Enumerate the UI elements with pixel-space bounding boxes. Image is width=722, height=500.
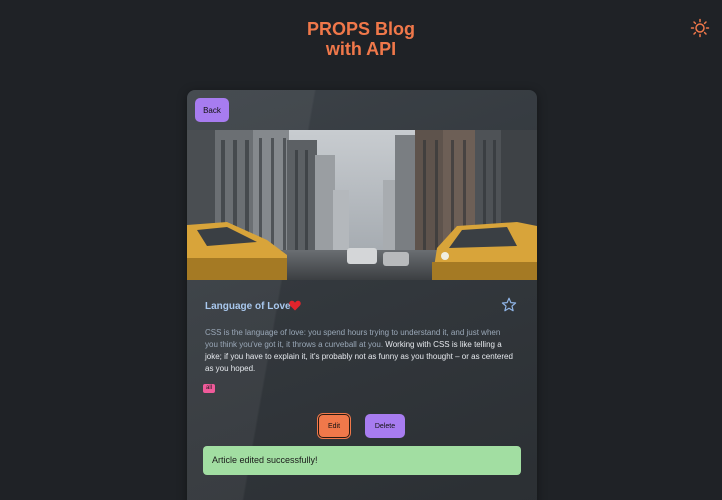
site-title-line-1: PROPS Blog	[306, 19, 415, 39]
category-tag[interactable]: all	[203, 384, 216, 393]
site-title: PROPS Blog with API	[0, 19, 722, 59]
heart-icon	[289, 300, 301, 311]
site-title-line-2: with API	[325, 39, 397, 59]
article-body: CSS is the language of love: you spend h…	[205, 327, 515, 375]
edit-button[interactable]: Edit	[318, 414, 350, 438]
success-toast: Article edited successfully!	[203, 446, 521, 475]
theme-toggle-button[interactable]	[690, 18, 710, 38]
article-card: Back Language of Love CSS is the languag…	[187, 90, 537, 500]
sun-icon	[690, 18, 710, 38]
page: PROPS Blog with API Back Language of Lov…	[0, 0, 722, 500]
back-button[interactable]: Back	[195, 98, 229, 122]
article-image	[187, 130, 537, 280]
delete-button[interactable]: Delete	[365, 414, 405, 438]
article-title: Language of Love	[205, 301, 291, 312]
star-icon[interactable]	[501, 297, 517, 313]
